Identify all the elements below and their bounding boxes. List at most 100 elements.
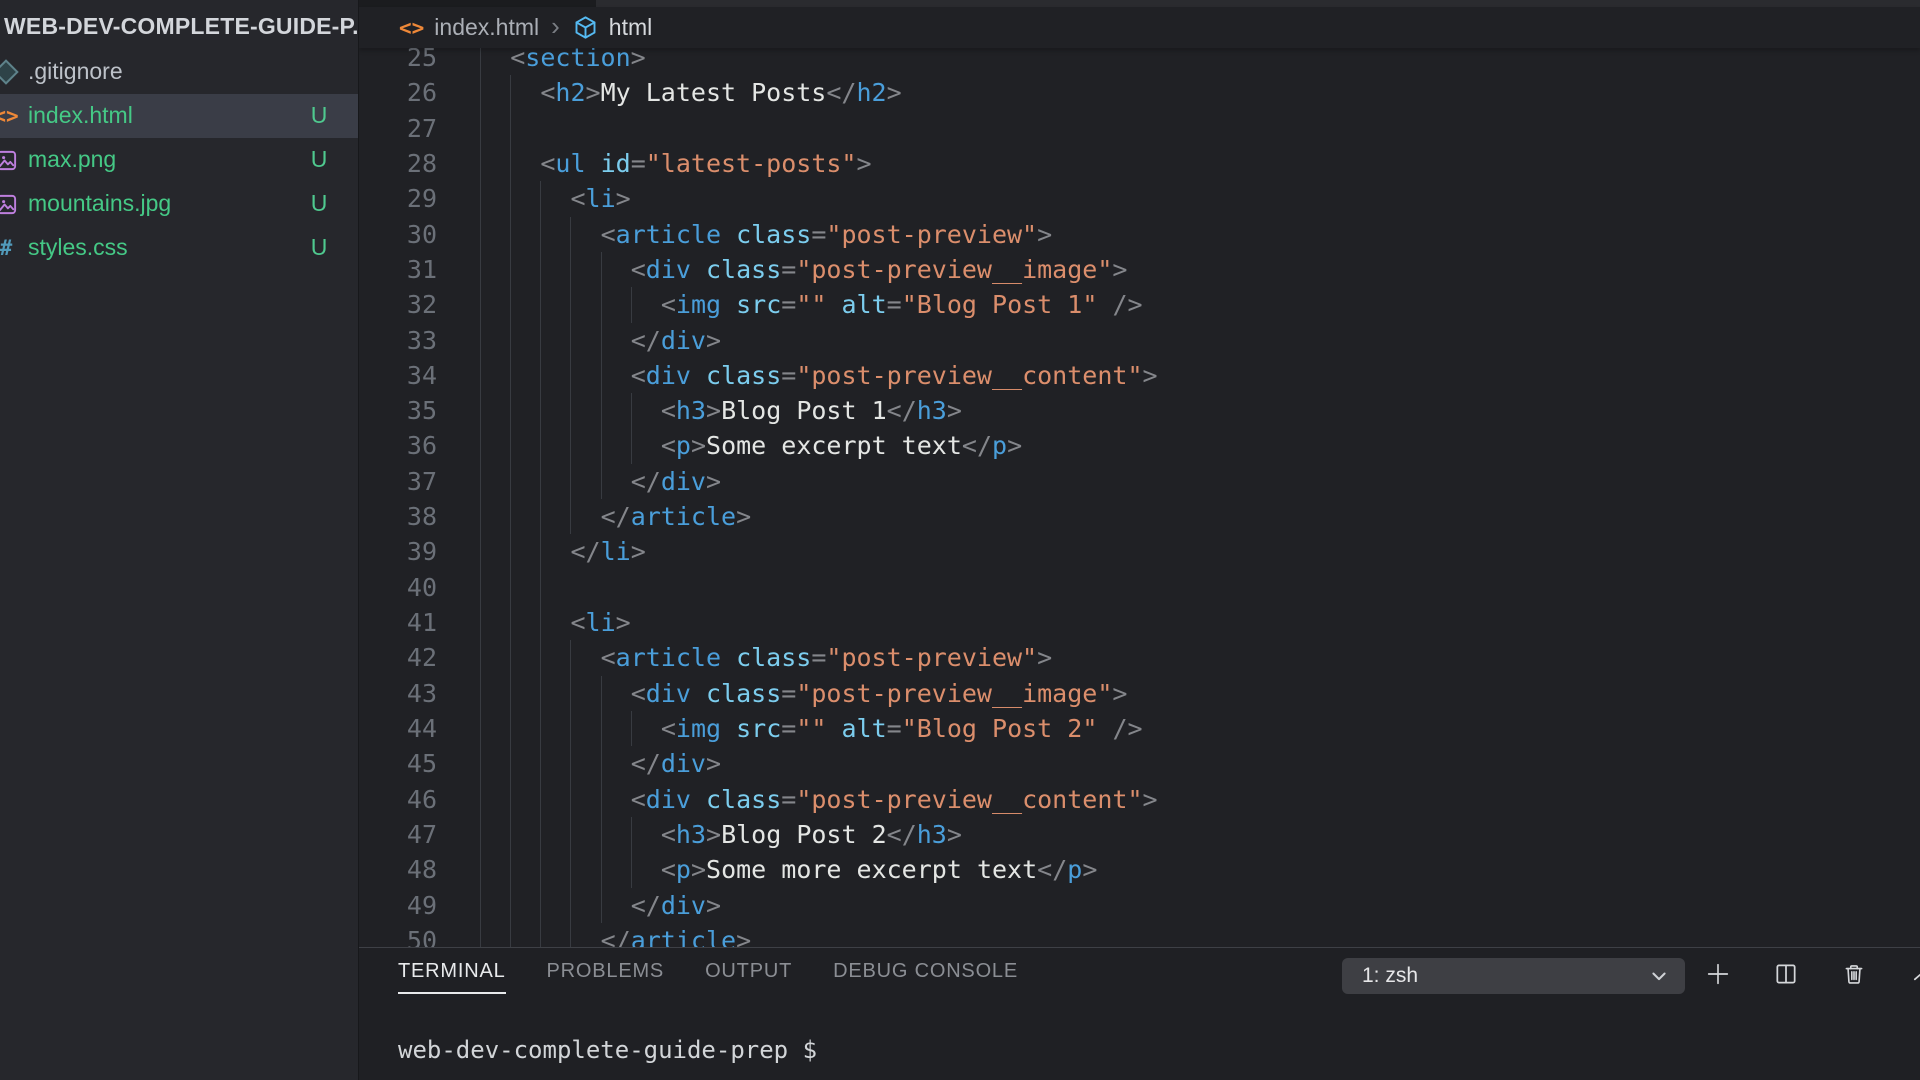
code-line[interactable]: 29 <li>: [359, 181, 1920, 216]
line-number[interactable]: 40: [359, 570, 437, 605]
line-number[interactable]: 31: [359, 252, 437, 287]
line-number[interactable]: 30: [359, 217, 437, 252]
code-line[interactable]: 28 <ul id="latest-posts">: [359, 146, 1920, 181]
code-line[interactable]: 39 </li>: [359, 534, 1920, 569]
code-line[interactable]: 40: [359, 570, 1920, 605]
code-text[interactable]: <div class="post-preview__image">: [450, 676, 1920, 711]
sidebar-divider[interactable]: [358, 0, 359, 1080]
file-row-gitignore[interactable]: .gitignore: [0, 50, 358, 94]
new-terminal-button[interactable]: [1703, 959, 1733, 989]
line-number[interactable]: 41: [359, 605, 437, 640]
code-line[interactable]: 43 <div class="post-preview__image">: [359, 676, 1920, 711]
line-number[interactable]: 44: [359, 711, 437, 746]
code-text[interactable]: <p>Some excerpt text</p>: [450, 428, 1920, 463]
editor[interactable]: <> index.html › html 25<section>26<h2>My…: [359, 0, 1920, 947]
code-line[interactable]: 46 <div class="post-preview__content">: [359, 782, 1920, 817]
terminal-prompt[interactable]: web-dev-complete-guide-prep $: [398, 1035, 817, 1065]
code-line[interactable]: 49 </div>: [359, 888, 1920, 923]
code-area[interactable]: 25<section>26<h2>My Latest Posts</h2>272…: [359, 40, 1920, 947]
file-row-index-html[interactable]: <>index.htmlU: [0, 94, 358, 138]
line-number[interactable]: 36: [359, 428, 437, 463]
line-number[interactable]: 34: [359, 358, 437, 393]
code-line[interactable]: 50 </article>: [359, 923, 1920, 947]
code-line[interactable]: 37 </div>: [359, 464, 1920, 499]
code-text[interactable]: </article>: [450, 923, 1920, 947]
code-text[interactable]: <div class="post-preview__content">: [450, 358, 1920, 393]
line-number[interactable]: 42: [359, 640, 437, 675]
code-line[interactable]: 33 </div>: [359, 323, 1920, 358]
breadcrumb-file[interactable]: index.html: [434, 14, 539, 41]
split-terminal-button[interactable]: [1771, 959, 1801, 989]
line-number[interactable]: 48: [359, 852, 437, 887]
code-text[interactable]: [450, 111, 1920, 146]
line-number[interactable]: 28: [359, 146, 437, 181]
code-line[interactable]: 27: [359, 111, 1920, 146]
file-row-max-png[interactable]: max.pngU: [0, 138, 358, 182]
line-number[interactable]: 47: [359, 817, 437, 852]
indent-guide: [480, 534, 481, 569]
code-tokens: <div class="post-preview__image">: [450, 255, 1127, 284]
panel-tab-problems[interactable]: PROBLEMS: [547, 960, 665, 994]
code-line[interactable]: 47 <h3>Blog Post 2</h3>: [359, 817, 1920, 852]
code-text[interactable]: <img src="" alt="Blog Post 2" />: [450, 711, 1920, 746]
code-line[interactable]: 48 <p>Some more excerpt text</p>: [359, 852, 1920, 887]
code-text[interactable]: [450, 570, 1920, 605]
terminal-shell-select[interactable]: 1: zsh: [1342, 958, 1685, 994]
line-number[interactable]: 43: [359, 676, 437, 711]
workspace-folder-header[interactable]: WEB-DEV-COMPLETE-GUIDE-P...: [4, 13, 358, 40]
code-text[interactable]: <li>: [450, 605, 1920, 640]
panel-tab-terminal[interactable]: TERMINAL: [398, 960, 506, 994]
line-number[interactable]: 27: [359, 111, 437, 146]
line-number[interactable]: 50: [359, 923, 437, 947]
code-line[interactable]: 32 <img src="" alt="Blog Post 1" />: [359, 287, 1920, 322]
code-text[interactable]: <img src="" alt="Blog Post 1" />: [450, 287, 1920, 322]
html-file-icon: <>: [399, 16, 424, 40]
code-line[interactable]: 34 <div class="post-preview__content">: [359, 358, 1920, 393]
line-number[interactable]: 33: [359, 323, 437, 358]
code-text[interactable]: <h3>Blog Post 2</h3>: [450, 817, 1920, 852]
code-line[interactable]: 41 <li>: [359, 605, 1920, 640]
code-line[interactable]: 36 <p>Some excerpt text</p>: [359, 428, 1920, 463]
code-text[interactable]: </div>: [450, 746, 1920, 781]
line-number[interactable]: 26: [359, 75, 437, 110]
code-text[interactable]: <div class="post-preview__content">: [450, 782, 1920, 817]
code-text[interactable]: </div>: [450, 323, 1920, 358]
code-text[interactable]: <ul id="latest-posts">: [450, 146, 1920, 181]
code-text[interactable]: </div>: [450, 888, 1920, 923]
code-text[interactable]: <li>: [450, 181, 1920, 216]
line-number[interactable]: 39: [359, 534, 437, 569]
code-text[interactable]: <h2>My Latest Posts</h2>: [450, 75, 1920, 110]
line-number[interactable]: 32: [359, 287, 437, 322]
code-text[interactable]: <p>Some more excerpt text</p>: [450, 852, 1920, 887]
code-line[interactable]: 35 <h3>Blog Post 1</h3>: [359, 393, 1920, 428]
code-text[interactable]: <article class="post-preview">: [450, 640, 1920, 675]
panel-tab-output[interactable]: OUTPUT: [705, 960, 792, 994]
breadcrumb-symbol[interactable]: html: [609, 14, 652, 41]
code-line[interactable]: 38 </article>: [359, 499, 1920, 534]
code-text[interactable]: </article>: [450, 499, 1920, 534]
line-number[interactable]: 46: [359, 782, 437, 817]
gitignore-icon: [0, 59, 19, 85]
code-line[interactable]: 45 </div>: [359, 746, 1920, 781]
code-line[interactable]: 42 <article class="post-preview">: [359, 640, 1920, 675]
code-text[interactable]: </li>: [450, 534, 1920, 569]
file-row-styles-css[interactable]: #styles.cssU: [0, 226, 358, 270]
line-number[interactable]: 29: [359, 181, 437, 216]
line-number[interactable]: 49: [359, 888, 437, 923]
code-line[interactable]: 30 <article class="post-preview">: [359, 217, 1920, 252]
code-text[interactable]: <div class="post-preview__image">: [450, 252, 1920, 287]
kill-terminal-button[interactable]: [1839, 959, 1869, 989]
line-number[interactable]: 37: [359, 464, 437, 499]
line-number[interactable]: 38: [359, 499, 437, 534]
code-text[interactable]: <article class="post-preview">: [450, 217, 1920, 252]
code-text[interactable]: </div>: [450, 464, 1920, 499]
maximize-panel-icon[interactable]: [1908, 962, 1920, 992]
code-line[interactable]: 31 <div class="post-preview__image">: [359, 252, 1920, 287]
line-number[interactable]: 45: [359, 746, 437, 781]
code-text[interactable]: <h3>Blog Post 1</h3>: [450, 393, 1920, 428]
code-line[interactable]: 44 <img src="" alt="Blog Post 2" />: [359, 711, 1920, 746]
file-row-mountains-jpg[interactable]: mountains.jpgU: [0, 182, 358, 226]
code-line[interactable]: 26 <h2>My Latest Posts</h2>: [359, 75, 1920, 110]
line-number[interactable]: 35: [359, 393, 437, 428]
panel-tab-debug-console[interactable]: DEBUG CONSOLE: [833, 960, 1018, 994]
